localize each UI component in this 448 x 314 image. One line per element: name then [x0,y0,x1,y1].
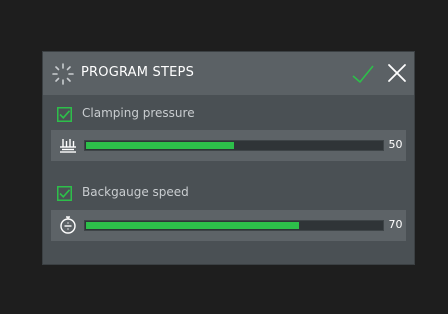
clamping-pressure-fill [86,142,234,149]
clamping-pressure-checkbox-row[interactable]: Clamping pressure [57,106,257,124]
program-steps-dialog: PROGRAM STEPS Clamping pressure 50 Backg… [43,52,414,264]
clamping-pressure-slider-box: 50 [51,130,406,161]
checkmark-icon[interactable] [351,62,375,86]
clamping-pressure-value: 50 [388,138,403,151]
close-icon[interactable] [386,62,408,84]
clamping-pressure-icon [59,136,77,154]
backgauge-speed-slider[interactable] [84,220,384,231]
close-button[interactable] [386,62,408,84]
stopwatch-icon [59,216,77,234]
backgauge-speed-fill [86,222,299,229]
clamping-pressure-slider[interactable] [84,140,384,151]
dialog-title: PROGRAM STEPS [81,65,195,80]
clamping-pressure-checkbox[interactable] [57,107,72,122]
backgauge-speed-label: Backgauge speed [82,185,189,199]
clamping-pressure-label: Clamping pressure [82,106,195,120]
backgauge-speed-checkbox[interactable] [57,186,72,201]
dialog-header: PROGRAM STEPS [43,52,414,95]
backgauge-speed-checkbox-row[interactable]: Backgauge speed [57,185,257,203]
adjust-steps-icon [52,63,74,85]
backgauge-speed-value: 70 [388,218,403,231]
backgauge-speed-slider-box: 70 [51,210,406,241]
confirm-button[interactable] [351,62,375,86]
